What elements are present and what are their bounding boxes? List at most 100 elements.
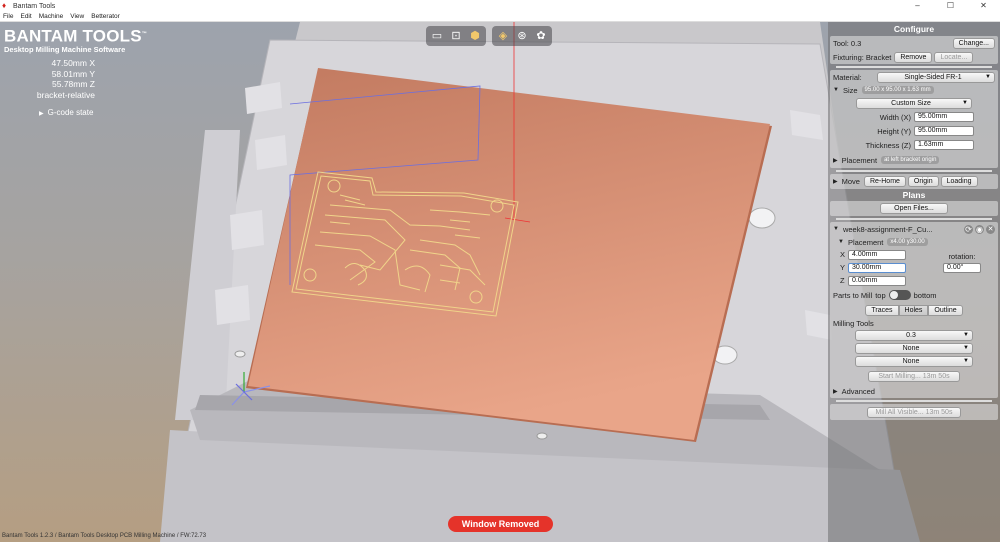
placement-label[interactable]: Placement [842, 156, 877, 165]
config-panel: Configure Tool: 0.3 Change... Fixturing:… [828, 22, 1000, 542]
window-removed-toast: Window Removed [448, 516, 553, 532]
circles-icon[interactable]: ⊛ [515, 29, 529, 43]
y-field[interactable]: 30.00mm [848, 262, 906, 273]
copper-stock [248, 68, 770, 440]
y-label: Y [840, 263, 846, 272]
box-icon[interactable]: ⬢ [468, 29, 482, 43]
holes-button[interactable]: Holes [898, 304, 929, 316]
locate-button[interactable]: Locate... [934, 51, 974, 63]
disclosure-icon: ▶ [833, 388, 838, 395]
disclosure-icon: ▶ [39, 111, 44, 117]
origin-button[interactable]: Origin [907, 176, 939, 187]
gcode-label: G-code state [47, 108, 94, 117]
width-label: Width (X) [879, 112, 911, 122]
z-label: Z [840, 276, 845, 285]
status-bar: Bantam Tools 1.2.3 / Bantam Tools Deskto… [2, 533, 207, 539]
mill-all-visible-button[interactable]: Mill All Visible... 13m 50s [867, 406, 961, 418]
disclosure-icon: ▶ [833, 179, 838, 185]
move-label: Move [841, 177, 860, 186]
rotation-field[interactable]: 0.00° [943, 263, 981, 273]
divider [836, 400, 992, 402]
brand-name: BANTAM TOOLS [4, 26, 142, 46]
traces-button[interactable]: Traces [865, 304, 899, 316]
menu-view[interactable]: View [70, 12, 84, 21]
remove-fixture-button[interactable]: Remove [894, 51, 933, 63]
book-icon[interactable]: ▭ [430, 29, 444, 43]
tool-section: Tool: 0.3 Change... Fixturing: Bracket R… [830, 36, 998, 64]
coord-y: 58.01mm Y [51, 68, 95, 79]
position-readout: 47.50mm X 58.01mm Y 55.78mm Z bracket-re… [30, 58, 95, 100]
minimize-button[interactable]: – [901, 0, 934, 12]
plan-placement-label: Placement [847, 237, 884, 247]
top-label: top [875, 290, 886, 300]
thickness-label: Thickness (Z) [865, 140, 911, 150]
gcode-state-toggle[interactable]: ▶ G-code state [39, 108, 93, 117]
milling-tool-3-select[interactable]: None [855, 356, 973, 367]
configure-heading: Configure [893, 24, 935, 34]
close-button[interactable]: ✕ [967, 0, 1000, 12]
eye-icon[interactable]: ◉ [975, 224, 984, 234]
placement-badge: at left bracket origin [881, 156, 940, 164]
view-toolbar: ▭ ⊡ ⬢ ◈ ⊛ ✿ [426, 26, 552, 46]
move-section: ▶ Move Re-Home Origin Loading [830, 174, 998, 189]
refresh-icon[interactable]: ⟳ [964, 224, 973, 234]
side-toggle[interactable] [888, 290, 911, 300]
tool-label: Tool: 0.3 [833, 38, 862, 48]
parts-to-mill-label: Parts to Mill [833, 290, 873, 300]
size-label: Size [842, 85, 858, 95]
window-titlebar: ♦ Bantam Tools – ☐ ✕ [0, 0, 1000, 12]
material-label: Material: [833, 72, 862, 82]
milling-tool-1-select[interactable]: 0.3 [855, 330, 973, 341]
open-files-section: Open Files... [830, 201, 998, 216]
divider [836, 66, 992, 68]
render-mode-group: ◈ ⊛ ✿ [492, 26, 552, 46]
menu-betterator[interactable]: Betterator [91, 12, 120, 21]
thickness-field[interactable]: 1.63mm [914, 140, 974, 150]
mill-part-segmented: Traces Holes Outline [865, 304, 963, 316]
menu-edit[interactable]: Edit [20, 12, 31, 21]
bottom-label: bottom [913, 290, 937, 300]
z-field[interactable]: 0.00mm [848, 275, 906, 286]
size-preset-select[interactable]: Custom Size [856, 97, 972, 109]
height-field[interactable]: 95.00mm [914, 126, 974, 136]
open-files-button[interactable]: Open Files... [880, 203, 948, 214]
brand-subtitle: Desktop Milling Machine Software [4, 44, 126, 54]
outline-button[interactable]: Outline [928, 304, 963, 316]
width-field[interactable]: 95.00mm [914, 112, 974, 122]
frame-icon[interactable]: ⊡ [449, 29, 463, 43]
window-title: Bantam Tools [13, 2, 56, 10]
material-select[interactable]: Single-Sided FR-1 [877, 71, 995, 83]
maximize-button[interactable]: ☐ [934, 0, 967, 12]
close-plan-icon[interactable]: ✕ [986, 224, 995, 234]
menu-machine[interactable]: Machine [39, 12, 64, 21]
view-mode-group: ▭ ⊡ ⬢ [426, 26, 486, 46]
trademark-mark: ™ [141, 31, 147, 37]
divider [836, 218, 992, 220]
plan-placement-badge: x4.00 y30.00 [887, 238, 928, 246]
height-label: Height (Y) [877, 126, 911, 136]
advanced-label[interactable]: Advanced [842, 387, 875, 396]
divider [836, 170, 992, 172]
plan-file-section: ▼ week8-assignment-F_Cu... ⟳ ◉ ✕ ▼ Place… [830, 222, 998, 398]
loading-button[interactable]: Loading [940, 176, 978, 187]
change-tool-button[interactable]: Change... [952, 37, 995, 49]
brand-logo: BANTAM TOOLS™ Desktop Milling Machine So… [4, 26, 147, 54]
layers-icon[interactable]: ◈ [496, 29, 510, 43]
palette-icon[interactable]: ✿ [534, 29, 548, 43]
milling-tool-2-select[interactable]: None [855, 343, 973, 354]
plan-file-name[interactable]: week8-assignment-F_Cu... [843, 225, 933, 234]
rehome-button[interactable]: Re-Home [863, 176, 906, 187]
size-badge: 95.00 x 95.00 x 1.63 mm [861, 86, 934, 94]
disclosure-open-icon: ▼ [838, 239, 844, 245]
x-field[interactable]: 4.00mm [848, 249, 906, 260]
coord-mode: bracket-relative [36, 89, 95, 100]
x-label: X [840, 250, 846, 259]
menu-bar: File Edit Machine View Betterator [0, 12, 1000, 22]
start-milling-button[interactable]: Start Milling... 13m 50s [868, 370, 960, 382]
coord-z: 55.78mm Z [52, 79, 95, 89]
toggle-knob [889, 291, 898, 299]
disclosure-open-icon: ▼ [833, 226, 839, 232]
menu-file[interactable]: File [3, 12, 13, 21]
mill-all-section: Mill All Visible... 13m 50s [830, 404, 998, 420]
coord-x: 47.50mm X [51, 58, 95, 68]
